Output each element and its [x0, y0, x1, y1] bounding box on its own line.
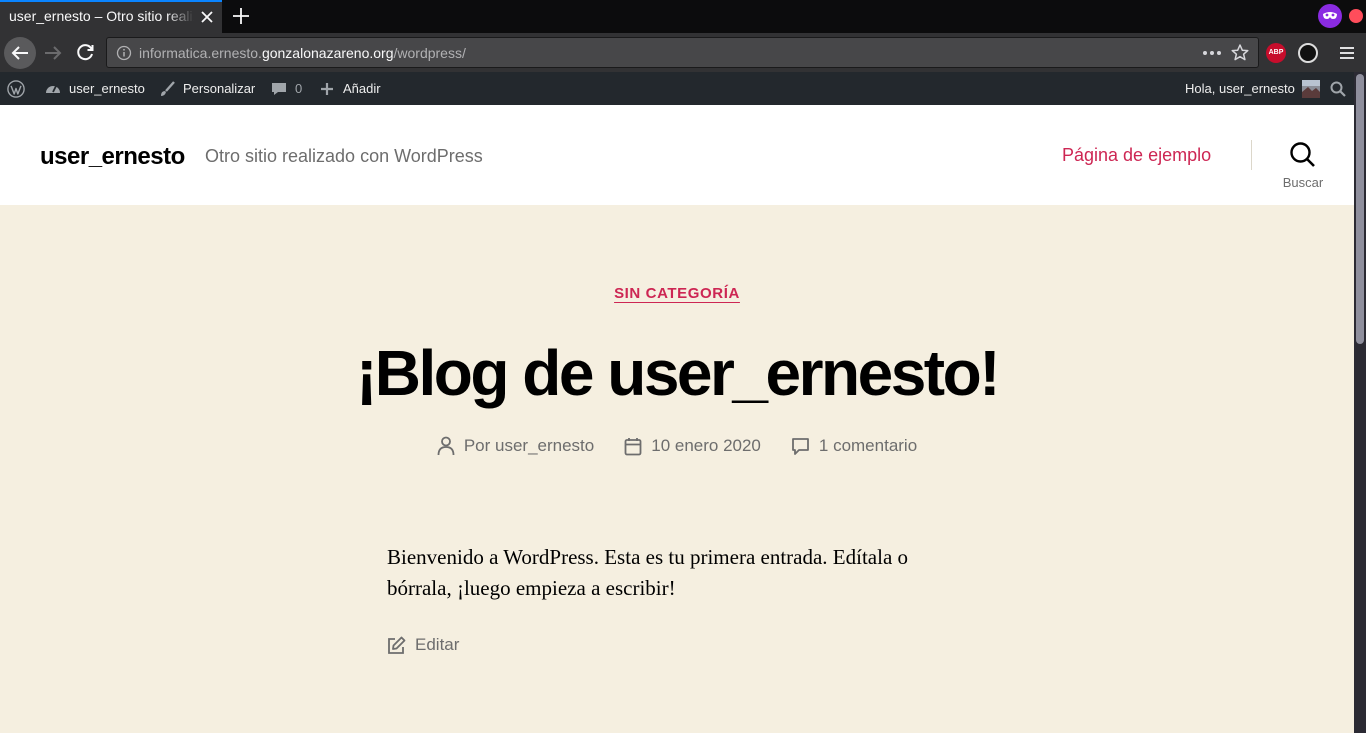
page-body: user_ernesto Otro sitio realizado con Wo… [0, 105, 1354, 733]
extension-icon[interactable] [1298, 43, 1318, 63]
category-link[interactable]: SIN CATEGORÍA [614, 285, 740, 302]
url-text[interactable]: informatica.ernesto.gonzalonazareno.org/… [139, 45, 466, 61]
browser-tab-active[interactable]: user_ernesto – Otro sitio realizado con … [0, 0, 222, 33]
header-divider [1251, 140, 1252, 170]
navigation-toolbar: informatica.ernesto.gonzalonazareno.org/… [0, 33, 1366, 72]
adminbar-comments-count: 0 [295, 81, 303, 96]
site-tagline: Otro sitio realizado con WordPress [205, 146, 483, 166]
bookmark-star-icon[interactable] [1230, 43, 1250, 63]
post-comments-label: 1 comentario [818, 436, 918, 455]
wordpress-logo-button[interactable] [7, 72, 25, 105]
post-meta: Por user_ernesto 10 enero 2020 1 comenta… [0, 436, 1354, 456]
edit-pencil-icon [388, 636, 406, 654]
url-prefix: informatica.ernesto. [139, 45, 262, 61]
search-icon [1290, 142, 1315, 167]
adblock-plus-icon[interactable]: ABP [1266, 43, 1286, 63]
tab-strip: user_ernesto – Otro sitio realizado con … [0, 0, 1366, 33]
adminbar-comments-link[interactable]: 0 [270, 72, 302, 105]
adminbar-add-new-link[interactable]: Añadir [318, 72, 381, 105]
address-bar[interactable]: informatica.ernesto.gonzalonazareno.org/… [106, 37, 1259, 68]
search-toggle-label: Buscar [1282, 175, 1324, 190]
url-path: /wordpress/ [393, 45, 466, 61]
search-toggle-button[interactable]: Buscar [1276, 139, 1330, 195]
adminbar-site-name: user_ernesto [69, 81, 145, 96]
tab-title: user_ernesto – Otro sitio realizado con … [9, 8, 194, 24]
wordpress-logo-icon [7, 79, 25, 98]
plus-icon [321, 82, 333, 95]
arrow-right-icon [45, 46, 62, 60]
post-comments[interactable]: 1 comentario [791, 436, 917, 456]
site-header: user_ernesto Otro sitio realizado con Wo… [0, 105, 1354, 205]
edit-post-label: Editar [415, 635, 460, 654]
info-icon[interactable] [116, 45, 132, 61]
adminbar-customize-link[interactable]: Personalizar [158, 72, 255, 105]
post-author[interactable]: Por user_ernesto [437, 436, 594, 456]
calendar-icon [624, 437, 642, 455]
reload-button[interactable] [70, 37, 102, 69]
new-tab-icon[interactable] [229, 4, 253, 28]
post-title[interactable]: ¡Blog de user_ernesto! [0, 333, 1354, 413]
post-author-label: Por user_ernesto [463, 436, 595, 455]
comment-bubble-icon [272, 82, 286, 95]
nav-item-sample-page[interactable]: Página de ejemplo [1062, 145, 1211, 166]
paintbrush-icon [161, 80, 175, 96]
avatar [1301, 79, 1320, 98]
page-actions-icon[interactable] [1200, 44, 1224, 62]
back-button[interactable] [4, 37, 36, 69]
edit-post-link[interactable]: Editar [387, 635, 459, 655]
post-date-label: 10 enero 2020 [651, 436, 761, 455]
forward-button[interactable] [37, 37, 69, 69]
post-date[interactable]: 10 enero 2020 [624, 436, 761, 456]
hamburger-menu-icon[interactable] [1336, 42, 1358, 64]
mask-icon[interactable] [1318, 4, 1342, 28]
scrollbar-thumb[interactable] [1356, 74, 1364, 344]
window-close-dot-icon[interactable] [1349, 9, 1363, 23]
wp-admin-bar: user_ernesto Personalizar 0 Añadir Hola,… [0, 72, 1354, 105]
comment-bubble-icon [791, 437, 809, 455]
page-scrollbar[interactable] [1354, 72, 1366, 733]
adminbar-customize-label: Personalizar [183, 81, 256, 96]
adminbar-account-menu[interactable]: Hola, user_ernesto [1185, 72, 1320, 105]
adminbar-greeting: Hola, user_ernesto [1185, 81, 1295, 96]
adminbar-site-link[interactable]: user_ernesto [44, 72, 145, 105]
post-category: SIN CATEGORÍA [0, 285, 1354, 303]
search-icon [1330, 81, 1346, 97]
arrow-left-icon [11, 46, 28, 60]
url-host: gonzalonazareno.org [261, 45, 394, 61]
adminbar-search-button[interactable] [1329, 72, 1347, 105]
tab-close-icon[interactable] [196, 6, 218, 28]
person-icon [437, 436, 455, 456]
reload-icon [77, 44, 94, 61]
adminbar-add-new-label: Añadir [343, 81, 381, 96]
dashboard-gauge-icon [46, 85, 60, 93]
post-content: Bienvenido a WordPress. Esta es tu prime… [387, 545, 909, 600]
site-title[interactable]: user_ernesto [40, 143, 185, 171]
